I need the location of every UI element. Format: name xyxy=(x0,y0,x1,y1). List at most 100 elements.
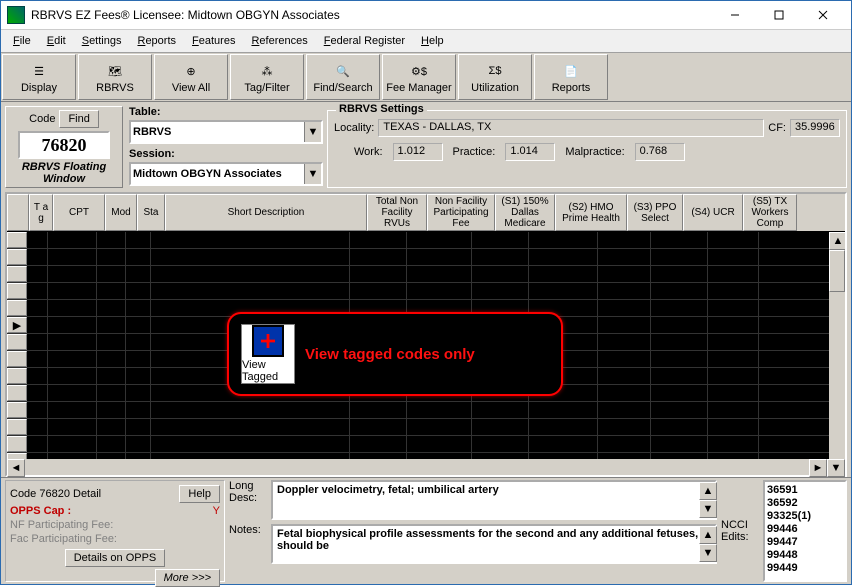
long-desc-field[interactable]: Doppler velocimetry, fetal; umbilical ar… xyxy=(271,480,717,520)
reports-button[interactable]: 📄Reports xyxy=(534,54,608,100)
app-icon xyxy=(7,6,25,24)
practice-value: 1.014 xyxy=(505,143,555,161)
detail-title: Code 76820 Detail xyxy=(10,488,101,500)
ncci-item: 36591 xyxy=(767,484,843,497)
menu-reports[interactable]: Reports xyxy=(129,32,184,50)
cf-value: 35.9996 xyxy=(790,119,840,137)
malpractice-value: 0.768 xyxy=(635,143,685,161)
tag-icon xyxy=(252,325,284,357)
table-row[interactable] xyxy=(7,283,845,300)
view-all-button-icon: ⊕ xyxy=(186,60,195,82)
table-dropdown[interactable]: RBRVS ▼ xyxy=(129,120,323,144)
ncci-item: 99449 xyxy=(767,562,843,575)
column-header[interactable]: Sta xyxy=(137,194,165,231)
fee-manager-button-icon: ⚙$ xyxy=(411,60,427,82)
utilization-button-icon: Σ$ xyxy=(489,60,502,82)
chevron-down-icon: ▼ xyxy=(304,164,321,184)
scroll-right-icon[interactable]: ► xyxy=(809,459,827,477)
table-label: Table: xyxy=(129,106,321,120)
fac-fee-label: Fac Participating Fee: xyxy=(10,533,220,545)
table-row[interactable] xyxy=(7,402,845,419)
menu-references[interactable]: References xyxy=(243,32,315,50)
ncci-list[interactable]: 365913659293325(1)99446994479944899449 xyxy=(763,480,847,582)
more-button[interactable]: More >>> xyxy=(155,569,220,587)
close-button[interactable] xyxy=(801,4,845,26)
ncci-item: 99448 xyxy=(767,549,843,562)
table-row[interactable] xyxy=(7,436,845,453)
notes-field[interactable]: Fetal biophysical profile assessments fo… xyxy=(271,524,717,564)
notes-label: Notes: xyxy=(229,524,267,536)
locality-value: TEXAS - DALLAS, TX xyxy=(378,119,764,137)
scroll-left-icon[interactable]: ◄ xyxy=(7,459,25,477)
table-row[interactable] xyxy=(7,249,845,266)
menu-features[interactable]: Features xyxy=(184,32,243,50)
menu-federal-register[interactable]: Federal Register xyxy=(316,32,413,50)
table-row[interactable] xyxy=(7,453,845,459)
floating-caption: RBRVS Floating Window xyxy=(8,161,120,185)
tag-filter-button-icon: ⁂ xyxy=(262,60,273,82)
scroll-down-icon[interactable]: ▼ xyxy=(827,459,845,477)
work-label: Work: xyxy=(354,146,383,158)
column-header[interactable]: (S5) TX Workers Comp xyxy=(743,194,797,231)
menu-file[interactable]: File xyxy=(5,32,39,50)
minimize-button[interactable] xyxy=(713,4,757,26)
rbrvs-button[interactable]: 🗺RBRVS xyxy=(78,54,152,100)
code-label: Code xyxy=(29,113,55,125)
column-header[interactable]: (S2) HMO Prime Health xyxy=(555,194,627,231)
rbrvs-button-icon: 🗺 xyxy=(108,60,122,82)
find-search-button-icon: 🔍 xyxy=(336,60,350,82)
view-tagged-tile[interactable]: View Tagged xyxy=(241,324,295,384)
locality-label: Locality: xyxy=(334,122,374,134)
column-header[interactable]: (S4) UCR xyxy=(683,194,743,231)
display-button[interactable]: ☰Display xyxy=(2,54,76,100)
utilization-button[interactable]: Σ$Utilization xyxy=(458,54,532,100)
window-title: RBRVS EZ Fees® Licensee: Midtown OBGYN A… xyxy=(31,8,713,22)
opps-value: Y xyxy=(213,505,220,517)
long-desc-label: Long Desc: xyxy=(229,480,267,504)
chevron-down-icon: ▼ xyxy=(304,122,321,142)
column-header[interactable]: Non Facility Participating Fee xyxy=(427,194,495,231)
ncci-item: 36592 xyxy=(767,497,843,510)
menu-settings[interactable]: Settings xyxy=(74,32,130,50)
opps-label: OPPS Cap : xyxy=(10,505,71,517)
table-row[interactable] xyxy=(7,419,845,436)
column-header[interactable]: CPT xyxy=(53,194,105,231)
vertical-scrollbar[interactable]: ▲ xyxy=(829,232,845,459)
column-header[interactable]: Mod xyxy=(105,194,137,231)
fee-manager-button[interactable]: ⚙$Fee Manager xyxy=(382,54,456,100)
session-dropdown[interactable]: Midtown OBGYN Associates ▼ xyxy=(129,162,323,186)
ncci-label: NCCI Edits: xyxy=(721,519,759,543)
display-button-icon: ☰ xyxy=(34,60,44,82)
menu-edit[interactable]: Edit xyxy=(39,32,74,50)
reports-button-icon: 📄 xyxy=(564,60,578,82)
work-value: 1.012 xyxy=(393,143,443,161)
practice-label: Practice: xyxy=(453,146,496,158)
help-button[interactable]: Help xyxy=(179,485,220,503)
table-row[interactable] xyxy=(7,232,845,249)
code-value: 76820 xyxy=(18,131,110,159)
column-header[interactable]: (S3) PPO Select xyxy=(627,194,683,231)
cf-label: CF: xyxy=(768,122,786,134)
ncci-item: 93325(1) xyxy=(767,510,843,523)
tooltip: View Tagged View tagged codes only xyxy=(227,312,563,396)
malpractice-label: Malpractice: xyxy=(565,146,624,158)
view-all-button[interactable]: ⊕View All xyxy=(154,54,228,100)
scroll-up-icon[interactable]: ▲ xyxy=(829,232,845,250)
ncci-item: 99447 xyxy=(767,536,843,549)
find-button[interactable]: Find xyxy=(59,110,98,128)
ncci-item: 99446 xyxy=(767,523,843,536)
tooltip-message: View tagged codes only xyxy=(305,346,475,363)
menu-help[interactable]: Help xyxy=(413,32,452,50)
column-header[interactable]: Total Non Facility RVUs xyxy=(367,194,427,231)
table-row[interactable] xyxy=(7,266,845,283)
details-opps-button[interactable]: Details on OPPS xyxy=(65,549,166,567)
find-search-button[interactable]: 🔍Find/Search xyxy=(306,54,380,100)
settings-group-label: RBRVS Settings xyxy=(336,103,427,115)
tag-filter-button[interactable]: ⁂Tag/Filter xyxy=(230,54,304,100)
maximize-button[interactable] xyxy=(757,4,801,26)
column-header[interactable]: T a g xyxy=(29,194,53,231)
horizontal-scrollbar[interactable]: ◄ ► ▼ xyxy=(7,459,845,475)
column-header[interactable]: Short Description xyxy=(165,194,367,231)
column-header[interactable]: (S1) 150% Dallas Medicare xyxy=(495,194,555,231)
session-label: Session: xyxy=(129,148,321,162)
